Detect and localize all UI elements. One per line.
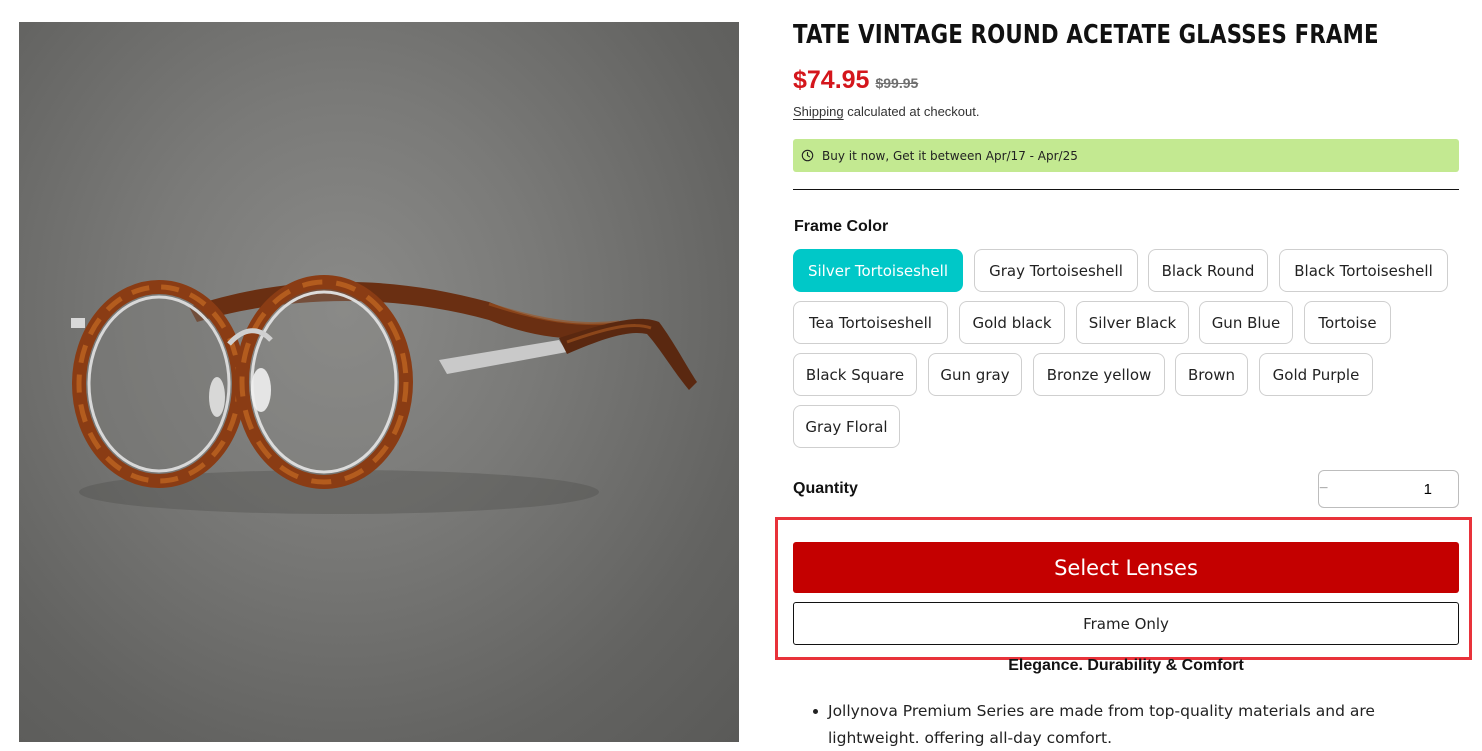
frame-color-label: Frame Color [794, 218, 889, 235]
quantity-stepper: − + [1318, 470, 1482, 508]
frame-color-option[interactable]: Tortoise [1304, 301, 1391, 344]
shipping-note: Shipping calculated at checkout. [793, 104, 979, 119]
divider [793, 189, 1459, 190]
delivery-banner: Buy it now, Get it between Apr/17 - Apr/… [793, 139, 1459, 172]
frame-color-option[interactable]: Tea Tortoiseshell [793, 301, 948, 344]
delivery-text: Buy it now, Get it between Apr/17 - Apr/… [822, 148, 1078, 163]
shipping-link[interactable]: Shipping [793, 104, 844, 119]
price: $74.95 $99.95 [793, 66, 918, 95]
frame-color-option[interactable]: Gold black [959, 301, 1065, 344]
frame-color-option[interactable]: Gold Purple [1259, 353, 1373, 396]
frame-color-option[interactable]: Silver Tortoiseshell [793, 249, 963, 292]
frame-color-option[interactable]: Gray Floral [793, 405, 900, 448]
frame-color-option[interactable]: Black Tortoiseshell [1279, 249, 1448, 292]
feature-list: Jollynova Premium Series are made from t… [793, 698, 1433, 751]
regular-price: $99.95 [875, 75, 919, 91]
frame-color-option[interactable]: Silver Black [1076, 301, 1189, 344]
frame-color-option[interactable]: Gun Blue [1199, 301, 1293, 344]
feature-item: Jollynova Premium Series are made from t… [793, 698, 1433, 751]
quantity-input[interactable] [1328, 480, 1482, 498]
frame-color-option[interactable]: Black Square [793, 353, 917, 396]
product-title: TATE VINTAGE ROUND ACETATE GLASSES FRAME [793, 20, 1379, 50]
quantity-decrease-button[interactable]: − [1319, 480, 1328, 498]
frame-color-option[interactable]: Gun gray [928, 353, 1022, 396]
glasses-illustration [71, 275, 697, 514]
sale-price: $74.95 [793, 66, 870, 94]
shipping-text: calculated at checkout. [847, 104, 980, 119]
product-image[interactable] [19, 22, 739, 742]
frame-color-option[interactable]: Brown [1175, 353, 1248, 396]
select-lenses-button[interactable]: Select Lenses [793, 542, 1459, 593]
frame-color-option[interactable]: Black Round [1148, 249, 1268, 292]
clock-icon [801, 149, 814, 162]
frame-color-option[interactable]: Gray Tortoiseshell [974, 249, 1138, 292]
frame-only-button[interactable]: Frame Only [793, 602, 1459, 645]
quantity-label: Quantity [793, 480, 858, 497]
frame-color-option[interactable]: Bronze yellow [1033, 353, 1165, 396]
description-tagline: Elegance. Durability & Comfort [1008, 657, 1244, 674]
